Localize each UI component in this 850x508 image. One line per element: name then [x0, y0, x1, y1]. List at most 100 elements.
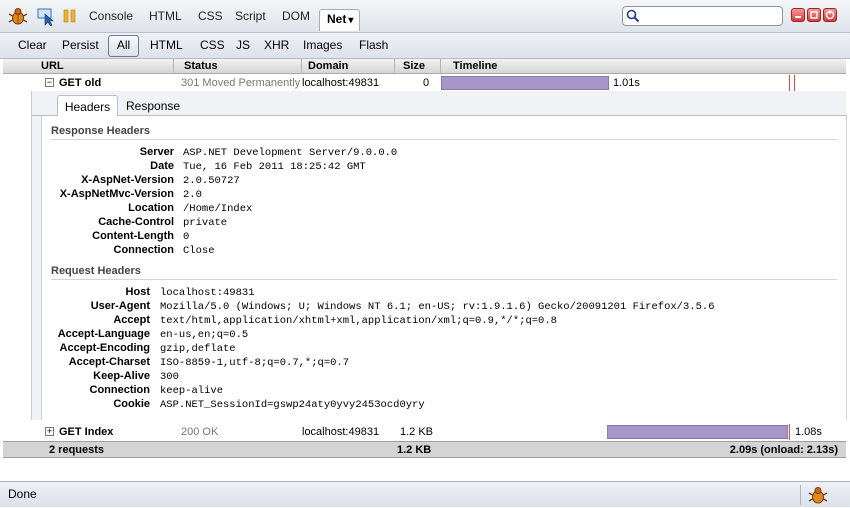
request-domain: localhost:49831	[302, 426, 380, 438]
pause-icon[interactable]	[62, 6, 82, 26]
net-column-header: URL Status Domain Size Timeline	[3, 59, 846, 74]
request-time: 1.01s	[613, 77, 640, 89]
header-name: User-Agent	[90, 300, 150, 312]
header-value: localhost:49831	[160, 287, 255, 299]
domcontent-marker	[794, 75, 795, 91]
inspect-icon[interactable]	[36, 6, 56, 27]
header-value: Tue, 16 Feb 2011 18:25:42 GMT	[183, 161, 366, 173]
firebug-window: Console HTML CSS Script DOM Net▾ Clear	[0, 0, 850, 507]
header-value: ASP.NET Development Server/9.0.0.0	[183, 147, 398, 159]
header-name: Location	[128, 202, 174, 214]
onload-marker	[789, 424, 790, 440]
close-icon[interactable]	[823, 8, 837, 22]
section-divider	[51, 279, 837, 280]
header-value: 2.0.50727	[183, 175, 240, 187]
firebug-status-icon[interactable]	[808, 485, 828, 508]
search-box[interactable]	[622, 6, 783, 26]
clear-button[interactable]: Clear	[18, 38, 47, 52]
total-time: 2.09s (onload: 2.13s)	[729, 444, 838, 456]
header-name: Date	[150, 160, 174, 172]
header-name: Accept-Language	[57, 328, 150, 340]
filter-html-button[interactable]: HTML	[150, 38, 183, 52]
total-size: 1.2 KB	[397, 444, 432, 456]
filter-all-button[interactable]: All	[108, 35, 139, 57]
timeline-bar	[607, 425, 788, 439]
request-row[interactable]: − GET old 301 Moved Permanently localhos…	[3, 75, 846, 91]
header-value: ASP.NET_SessionId=gswp24aty0yvy2453ocd0y…	[160, 399, 425, 411]
status-bar: Done	[0, 481, 850, 507]
request-domain: localhost:49831	[302, 77, 380, 89]
header-name: X-AspNet-Version	[81, 174, 174, 186]
request-size: 0	[423, 77, 430, 89]
header-name: Connection	[89, 384, 151, 396]
filter-css-button[interactable]: CSS	[200, 38, 225, 52]
column-url[interactable]: URL	[3, 59, 173, 74]
collapse-toggle-icon[interactable]: −	[45, 78, 54, 87]
request-headers-title: Request Headers	[51, 265, 141, 277]
persist-button[interactable]: Persist	[62, 38, 99, 52]
timeline-bar	[441, 76, 609, 90]
tab-response[interactable]: Response	[126, 99, 180, 113]
header-value: Mozilla/5.0 (Windows; U; Windows NT 6.1;…	[160, 301, 715, 313]
header-value: 300	[160, 371, 179, 383]
header-name: Cookie	[113, 398, 150, 410]
header-value: /Home/Index	[183, 203, 253, 215]
tab-headers[interactable]: Headers	[57, 95, 118, 117]
request-url: GET old	[59, 77, 102, 89]
request-status: 200 OK	[181, 426, 219, 438]
header-name: Accept-Charset	[68, 356, 150, 368]
filter-xhr-button[interactable]: XHR	[264, 38, 289, 52]
firebug-toolbar: Console HTML CSS Script DOM Net ▾	[0, 0, 850, 33]
header-value: private	[183, 217, 228, 229]
header-value: 2.0	[183, 189, 202, 201]
filter-images-button[interactable]: Images	[303, 38, 342, 52]
tab-net[interactable]: Net ▾	[319, 9, 361, 31]
header-name: Accept-Encoding	[59, 342, 150, 354]
section-divider	[51, 139, 837, 140]
header-name: Server	[139, 146, 174, 158]
onload-marker	[789, 75, 790, 91]
minimize-icon[interactable]	[791, 8, 805, 22]
filter-js-button[interactable]: JS	[236, 38, 250, 52]
net-filter-bar: Clear Persist All HTML CSS JS XHR Images…	[0, 33, 850, 59]
header-value: text/html,application/xhtml+xml,applicat…	[160, 315, 557, 327]
expand-toggle-icon[interactable]: +	[45, 427, 54, 436]
header-name: Keep-Alive	[93, 370, 150, 382]
tab-css[interactable]: CSS	[198, 9, 223, 23]
filter-flash-button[interactable]: Flash	[359, 38, 388, 52]
request-row[interactable]: + GET Index 200 OK localhost:49831 1.2 K…	[3, 424, 846, 440]
header-value: ISO-8859-1,utf-8;q=0.7,*;q=0.7	[160, 357, 350, 369]
header-value: Close	[183, 245, 215, 257]
status-divider	[800, 485, 801, 505]
request-status: 301 Moved Permanently	[181, 77, 301, 89]
header-value: gzip,deflate	[160, 343, 236, 355]
net-summary-row: 2 requests 1.2 KB 2.09s (onload: 2.13s)	[3, 441, 846, 458]
column-size[interactable]: Size	[394, 59, 440, 74]
detail-tabs: Headers Response	[32, 91, 847, 117]
headers-content: Response Headers Server ASP.NET Developm…	[41, 116, 847, 420]
request-size: 1.2 KB	[400, 426, 434, 438]
column-domain[interactable]: Domain	[301, 59, 394, 74]
search-icon	[626, 9, 640, 26]
header-name: Accept	[113, 314, 150, 326]
firebug-icon[interactable]	[8, 6, 28, 26]
tab-console[interactable]: Console	[89, 9, 133, 23]
restore-icon[interactable]	[807, 8, 821, 22]
tab-html[interactable]: HTML	[149, 9, 182, 23]
column-timeline[interactable]: Timeline	[440, 59, 846, 74]
header-value: 0	[183, 231, 190, 243]
tab-net-label: Net	[327, 12, 347, 26]
tab-script[interactable]: Script	[235, 9, 266, 23]
chevron-down-icon: ▾	[348, 15, 354, 26]
header-name: Content-Length	[92, 230, 174, 242]
request-url: GET Index	[59, 426, 114, 438]
tab-dom[interactable]: DOM	[282, 9, 310, 23]
request-count: 2 requests	[49, 444, 105, 456]
header-name: X-AspNetMvc-Version	[59, 188, 174, 200]
search-input[interactable]	[643, 9, 779, 23]
header-value: keep-alive	[160, 385, 224, 397]
column-status[interactable]: Status	[173, 59, 301, 74]
response-headers-title: Response Headers	[51, 125, 151, 137]
request-time: 1.08s	[795, 426, 822, 438]
status-text: Done	[8, 487, 37, 501]
